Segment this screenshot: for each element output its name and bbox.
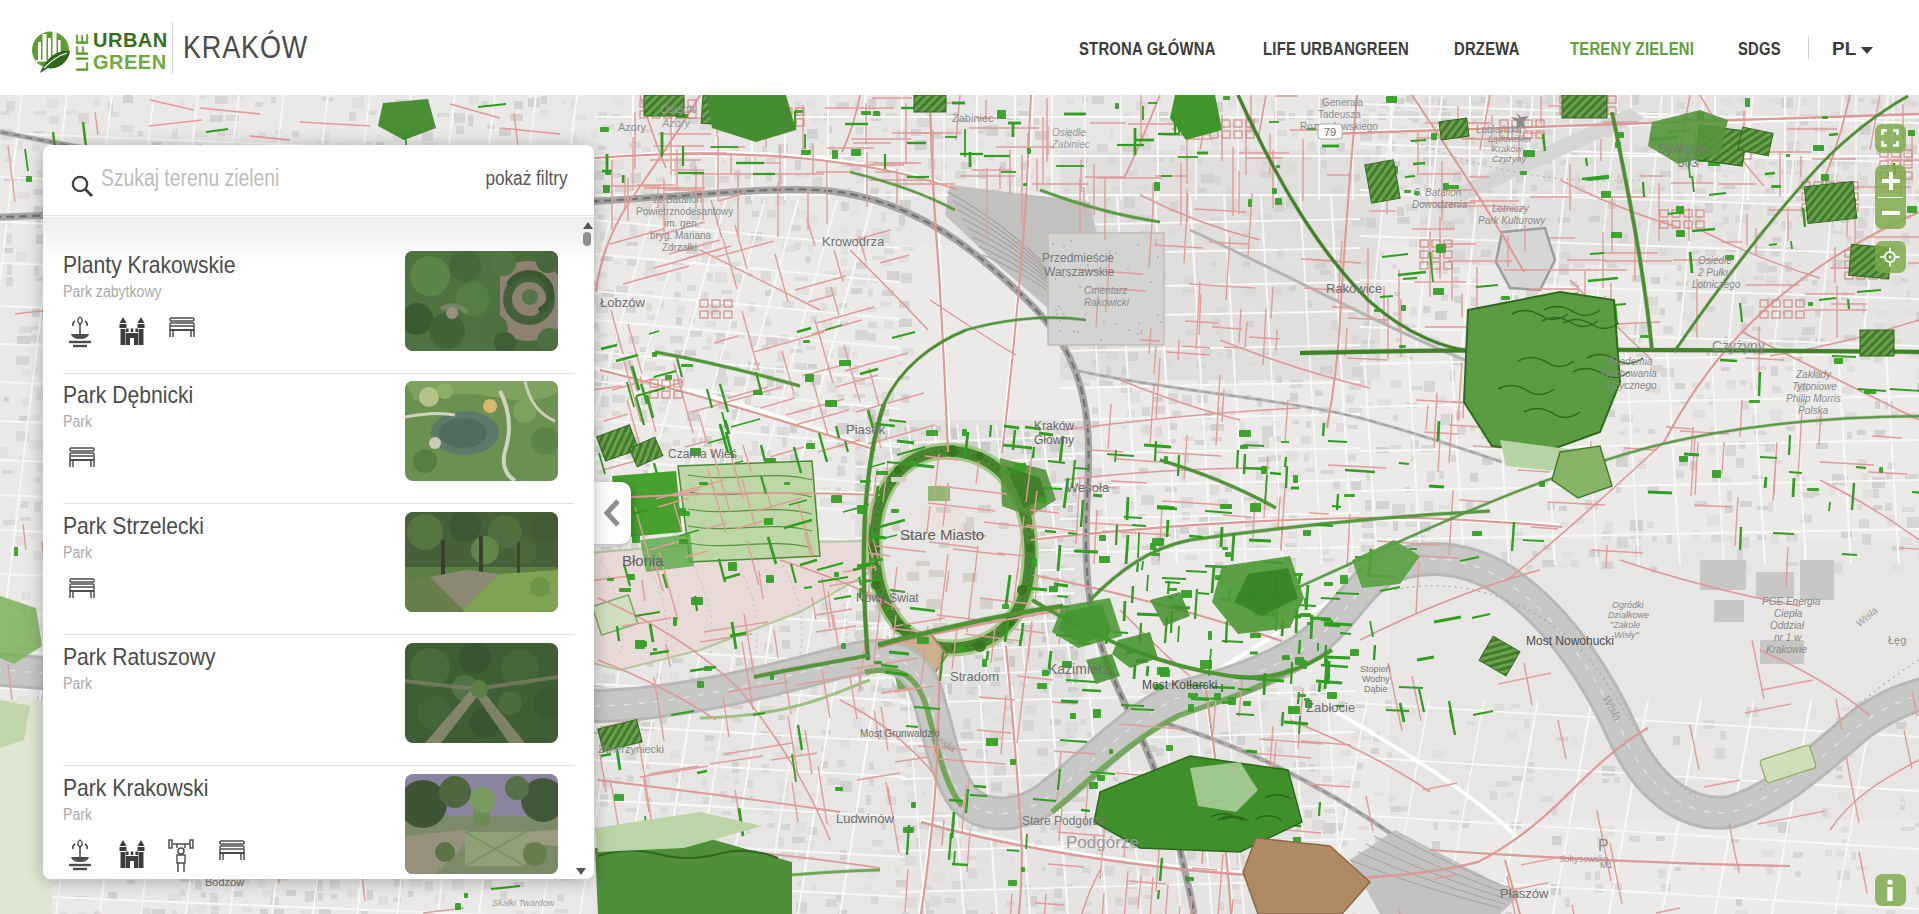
svg-text:Dąbie: Dąbie [1364,684,1388,694]
svg-text:Stradom: Stradom [950,669,999,684]
svg-text:Zwierzyniecki: Zwierzyniecki [598,743,664,755]
svg-text:PGE Energia: PGE Energia [1762,596,1821,607]
svg-text:nr 1 w: nr 1 w [1774,632,1802,643]
svg-text:Wesoła: Wesoła [1066,480,1110,495]
svg-text:P: P [1598,837,1609,854]
svg-text:Piasek: Piasek [846,422,886,437]
svg-text:Lotniczego: Lotniczego [1692,279,1741,290]
svg-text:Zabłocie: Zabłocie [1306,700,1355,715]
svg-text:2 Pułku: 2 Pułku [1697,267,1732,278]
svg-text:Azory: Azory [618,121,647,133]
svg-text:Łęg: Łęg [1888,634,1906,646]
svg-text:Azory: Azory [661,117,692,129]
svg-text:Krowodrza: Krowodrza [822,234,885,249]
svg-text:Stopień: Stopień [1360,664,1391,674]
svg-text:Kraków: Kraków [1034,419,1074,433]
svg-text:Cmentarz: Cmentarz [1084,285,1127,296]
svg-text:6. Batalion: 6. Batalion [1414,187,1462,198]
svg-text:Oddział: Oddział [1770,620,1805,631]
svg-text:LIFE: LIFE [73,33,92,72]
svg-text:Powietrznodesantowy: Powietrznodesantowy [636,206,733,217]
svg-text:Podgórze: Podgórze [1066,833,1139,852]
svg-text:Warszawskie: Warszawskie [1044,265,1115,279]
svg-text:Czarna Wieś: Czarna Wieś [668,447,737,461]
svg-text:Generała: Generała [1322,97,1364,108]
svg-text:Błonia: Błonia [622,552,664,569]
svg-text:Zdrzałki: Zdrzałki [662,242,697,253]
svg-text:Akademia: Akademia [1607,356,1653,367]
svg-text:Dowodzenia: Dowodzenia [1412,199,1467,210]
svg-text:Wisły": Wisły" [1614,630,1639,640]
svg-text:Tadeusza: Tadeusza [1318,109,1361,120]
svg-text:Nowy Świat: Nowy Świat [856,590,919,605]
svg-text:Krakowie: Krakowie [1766,644,1808,655]
svg-text:Wodny: Wodny [1362,674,1390,684]
svg-text:Most Grunwaldzki: Most Grunwaldzki [860,728,939,739]
svg-text:GREEN: GREEN [93,51,167,73]
svg-text:Osiedle: Osiedle [660,103,697,115]
svg-text:Działkowe: Działkowe [1608,610,1649,620]
svg-text:Osiedle: Osiedle [1052,127,1086,138]
svg-text:Philip Morris: Philip Morris [1786,393,1841,404]
svg-text:Ludwinów: Ludwinów [836,811,894,826]
svg-text:Rakowice: Rakowice [1326,281,1382,296]
svg-text:Most Nowohucki: Most Nowohucki [1526,634,1614,648]
svg-text:Park Kulturowy: Park Kulturowy [1478,215,1546,226]
svg-text:Żabiniec: Żabiniec [952,112,994,124]
svg-text:bryg. Mariana: bryg. Mariana [650,230,712,241]
svg-text:Kazimierz: Kazimierz [1048,661,1109,677]
svg-text:Lądowisko: Lądowisko [1488,134,1531,144]
svg-text:Rakowicki: Rakowicki [1084,297,1130,308]
svg-text:im. gen.: im. gen. [664,218,700,229]
svg-text:Czyżyny: Czyżyny [1712,338,1765,354]
svg-text:Zabiniec: Zabiniec [1051,139,1090,150]
svg-text:Główny: Główny [1034,433,1074,447]
svg-text:Osiedle: Osiedle [1698,255,1732,266]
svg-text:sołtysowska: sołtysowska [1560,854,1609,864]
svg-text:Zakłady: Zakłady [1795,369,1832,380]
svg-text:Tytoniowe: Tytoniowe [1792,381,1837,392]
svg-text:Ogródki: Ogródki [1612,600,1645,610]
svg-text:Stare Miasto: Stare Miasto [900,526,984,543]
svg-text:Most Kotlarski: Most Kotlarski [1142,678,1217,692]
svg-text:Kraków-: Kraków- [1492,144,1525,154]
svg-text:Fizycznego: Fizycznego [1606,380,1657,391]
svg-text:Przedmieście: Przedmieście [1042,251,1114,265]
svg-text:Wychowania: Wychowania [1600,368,1657,379]
svg-text:URBAN: URBAN [93,29,168,51]
svg-text:Czyżyny: Czyżyny [1492,154,1527,164]
svg-text:303: 303 [1678,156,1698,170]
svg-text:Lotniczy: Lotniczy [1492,203,1530,214]
svg-text:Łobzów: Łobzów [600,295,645,310]
svg-text:"Zakole: "Zakole [1610,620,1640,630]
svg-text:79: 79 [1324,126,1336,138]
svg-text:Stare Podgórze: Stare Podgórze [1022,814,1106,828]
svg-text:Polska: Polska [1798,405,1828,416]
svg-text:Płaszów: Płaszów [1500,886,1549,901]
svg-text:Ciepła: Ciepła [1774,608,1803,619]
svg-text:16 Batalion: 16 Batalion [652,194,702,205]
svg-text:Dywizjon: Dywizjon [1658,142,1706,156]
